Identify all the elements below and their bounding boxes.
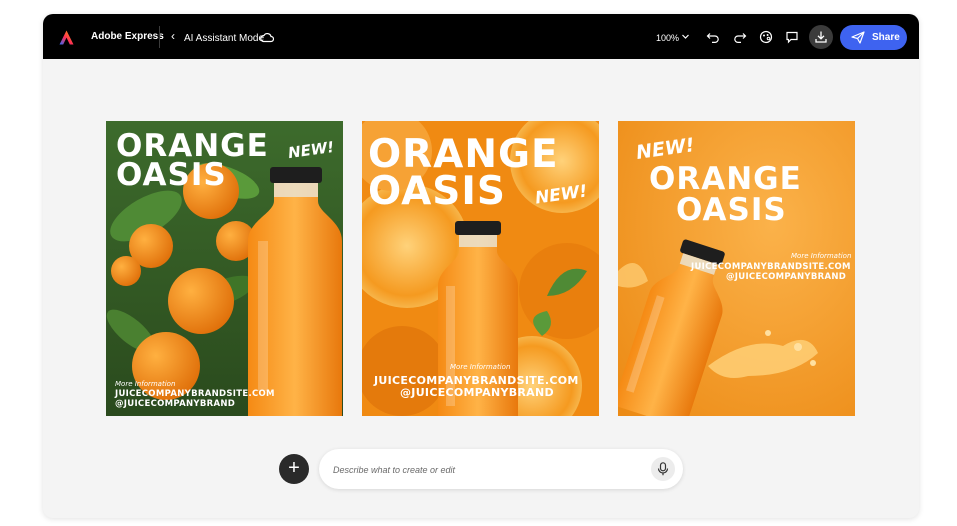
prompt-container: [319, 449, 683, 489]
design-title-line1: ORANGE: [649, 161, 802, 197]
design-thumbnail-1[interactable]: ORANGE OASIS NEW! More Information JUICE…: [106, 121, 343, 416]
back-chevron-icon[interactable]: ‹: [171, 29, 175, 43]
prompt-input[interactable]: [331, 461, 645, 479]
social-handle-text: @JUICECOMPANYBRAND: [115, 399, 236, 409]
design-thumbnail-3[interactable]: ORANGE OASIS NEW! More Information JUICE…: [618, 121, 855, 416]
top-toolbar: Adobe Express ‹ AI Assistant Mode 100% S…: [43, 14, 919, 59]
send-icon: [851, 31, 865, 44]
share-label: Share: [872, 32, 900, 43]
design-canvas: ORANGE OASIS NEW! More Information JUICE…: [43, 59, 919, 518]
mode-label[interactable]: AI Assistant Mode: [184, 33, 264, 44]
download-icon: [815, 31, 827, 43]
more-info-label: More Information: [115, 380, 176, 388]
plus-icon[interactable]: +: [279, 454, 309, 484]
app-window: Adobe Express ‹ AI Assistant Mode 100% S…: [43, 14, 919, 518]
app-name: Adobe Express: [91, 31, 164, 42]
download-button[interactable]: [809, 25, 833, 49]
microphone-button[interactable]: [651, 457, 675, 481]
social-handle-text: @JUICECOMPANYBRAND: [400, 386, 554, 399]
share-button[interactable]: Share: [840, 25, 907, 50]
brand-kit-icon[interactable]: [759, 30, 773, 44]
prompt-bar: +: [279, 449, 687, 489]
more-info-label: More Information: [791, 252, 852, 260]
design-title-line2: OASIS: [368, 169, 506, 214]
undo-icon[interactable]: [706, 30, 720, 44]
redo-icon[interactable]: [733, 30, 747, 44]
adobe-express-logo[interactable]: [59, 30, 74, 45]
cloud-icon[interactable]: [260, 31, 274, 43]
toolbar-divider: [159, 26, 160, 48]
comment-icon[interactable]: [785, 30, 799, 44]
more-info-label: More Information: [450, 363, 511, 371]
website-text: JUICECOMPANYBRANDSITE.COM: [691, 262, 851, 272]
zoom-level[interactable]: 100%: [656, 33, 679, 43]
website-text: JUICECOMPANYBRANDSITE.COM: [115, 389, 275, 399]
design-thumbnail-2[interactable]: ORANGE OASIS NEW! More Information JUICE…: [362, 121, 599, 416]
design-title-line2: OASIS: [676, 192, 787, 228]
social-handle-text: @JUICECOMPANYBRAND: [726, 272, 847, 282]
chevron-down-icon[interactable]: [681, 32, 690, 41]
microphone-icon: [657, 462, 669, 476]
design-title-line2: OASIS: [116, 157, 227, 193]
